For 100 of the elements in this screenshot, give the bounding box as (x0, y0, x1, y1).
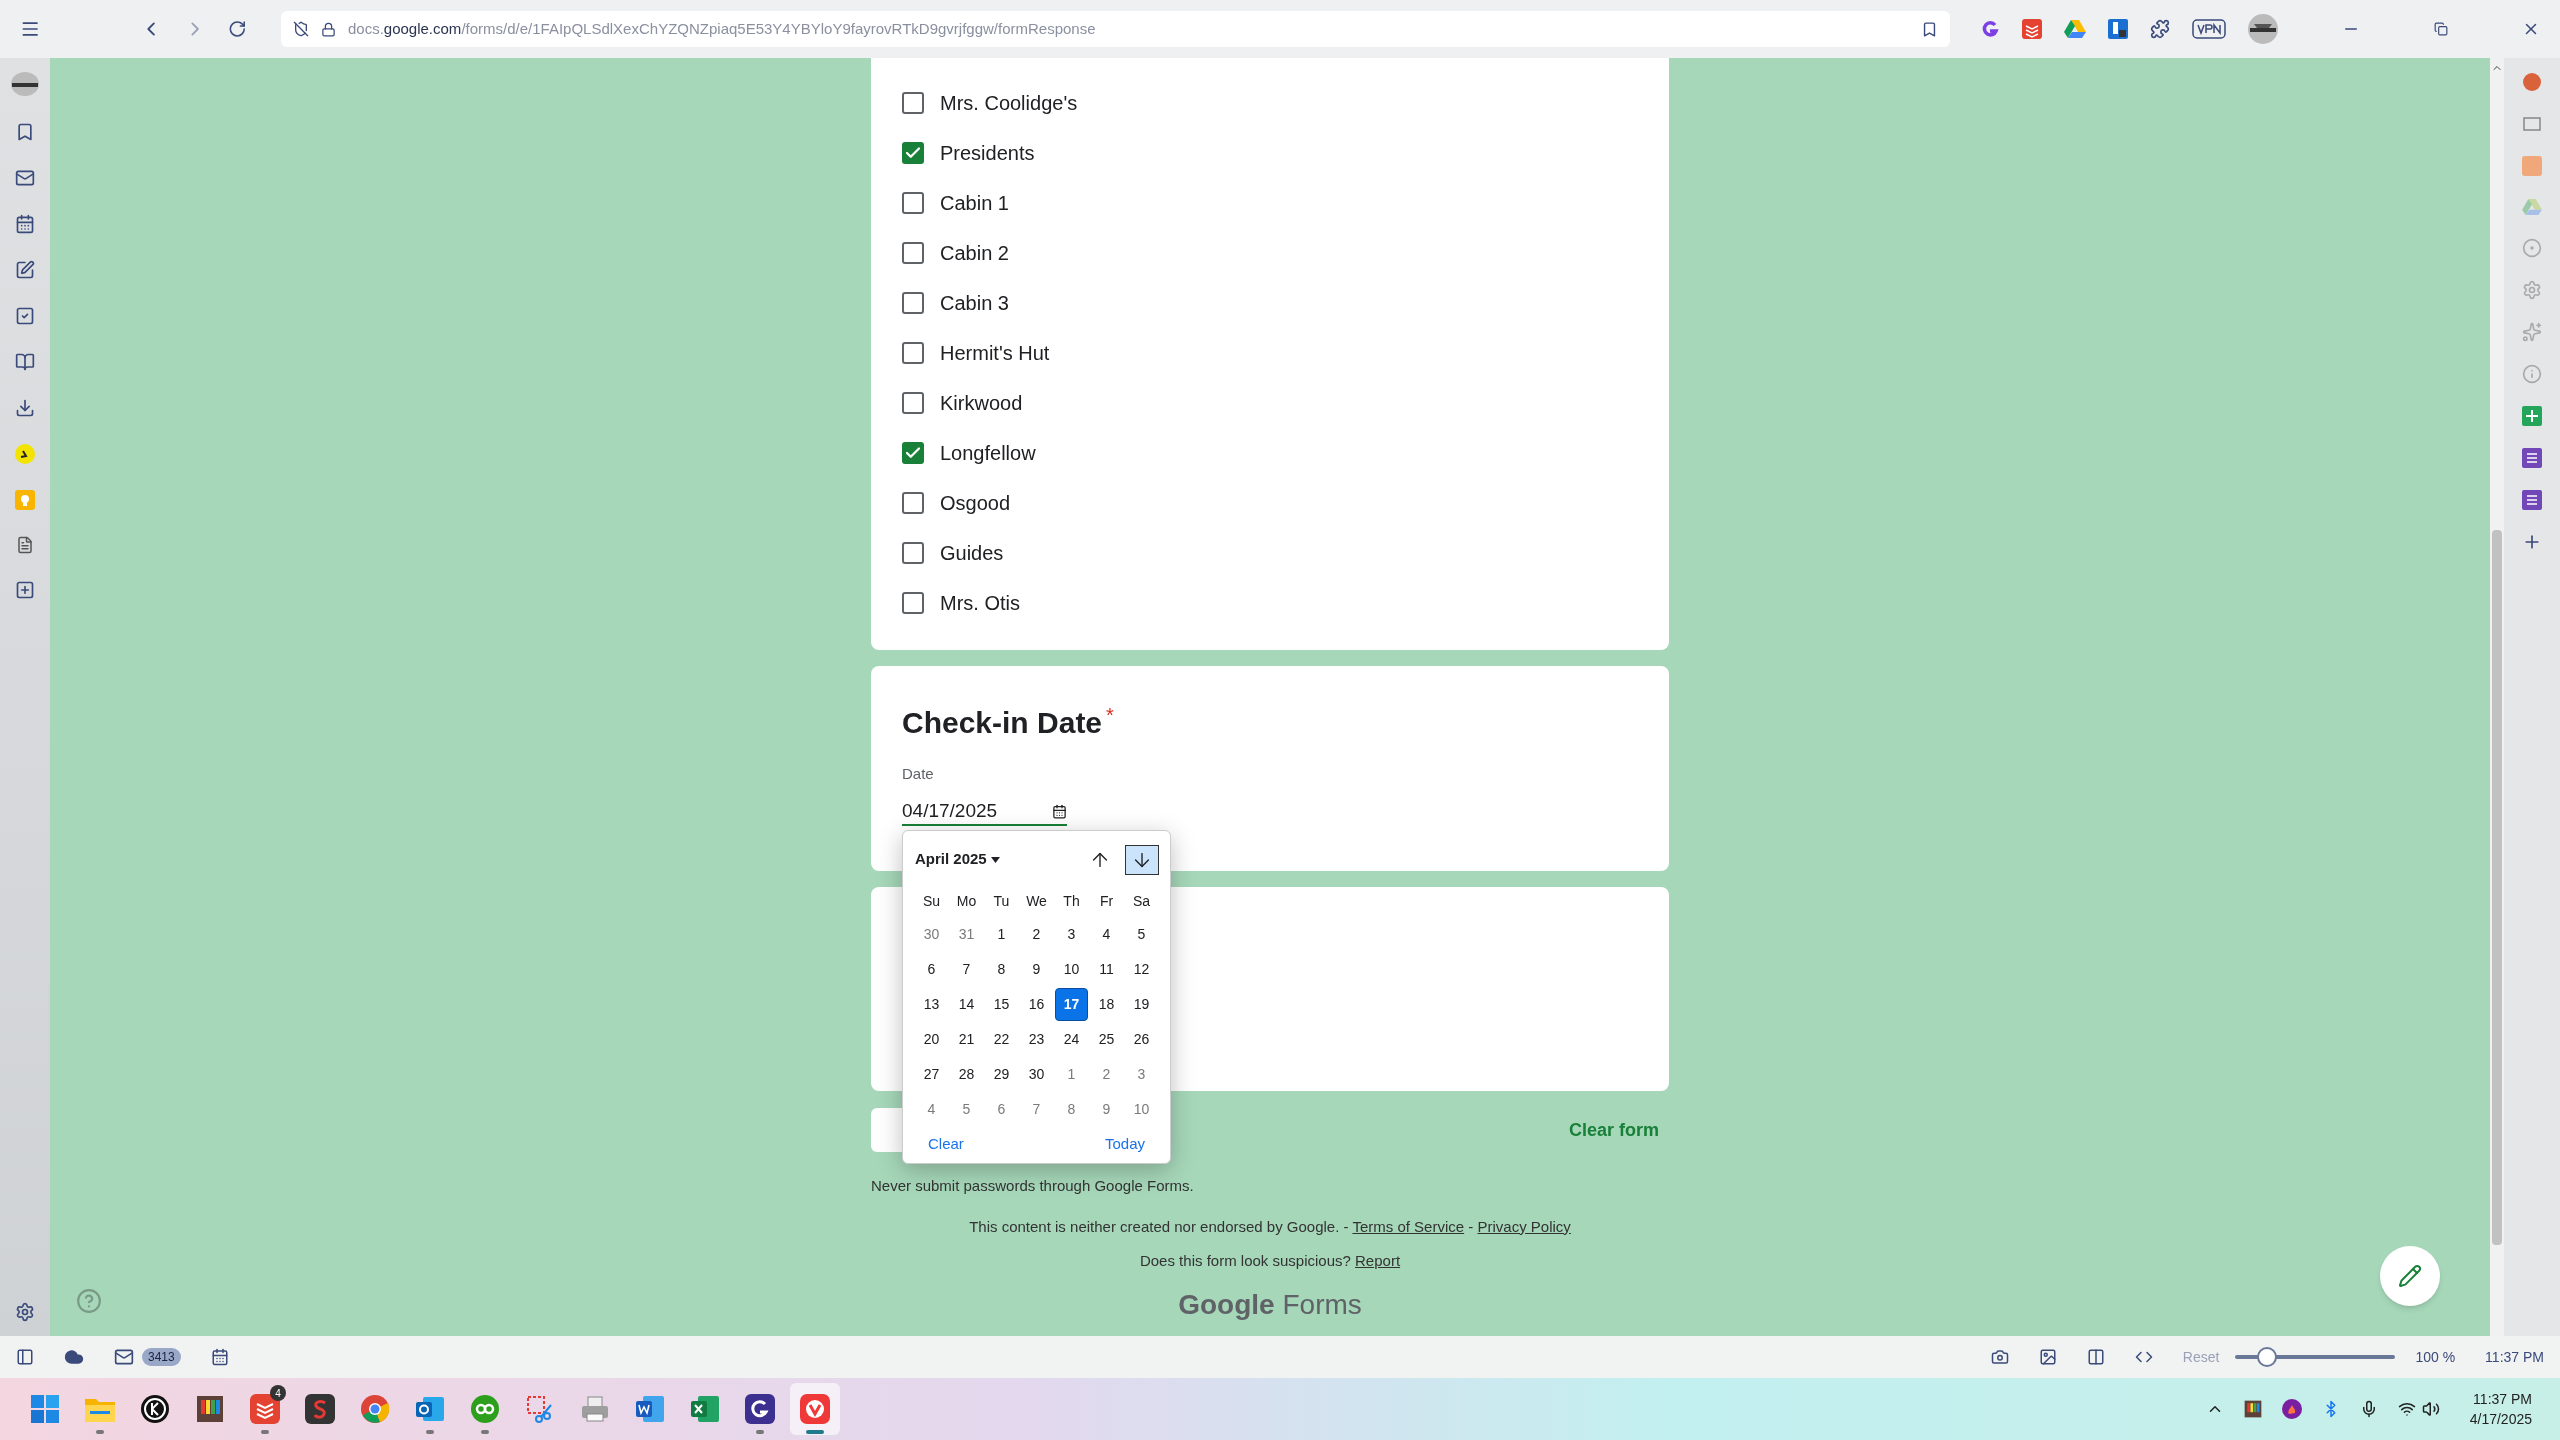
camera-icon[interactable] (1990, 1348, 2009, 1366)
calendar-day[interactable]: 30 (1020, 1057, 1053, 1091)
vpn-icon[interactable] (2192, 19, 2226, 39)
calendar-day[interactable]: 27 (915, 1057, 948, 1091)
calendar-day[interactable]: 21 (950, 1022, 983, 1056)
checkbox-option[interactable]: Mrs. Coolidge's (902, 78, 1638, 128)
mail-icon[interactable] (114, 1347, 134, 1367)
calendar-day[interactable]: 24 (1055, 1022, 1088, 1056)
calendar-day[interactable]: 31 (950, 917, 983, 951)
calendar-day[interactable]: 2 (1020, 917, 1053, 951)
mail-icon[interactable] (15, 168, 35, 188)
calendar-day[interactable]: 4 (1090, 917, 1123, 951)
cloud-icon[interactable] (64, 1347, 84, 1367)
checkbox[interactable] (902, 92, 924, 114)
report-link[interactable]: Report (1355, 1252, 1401, 1269)
calendar-day[interactable]: 4 (915, 1092, 948, 1126)
tiling-icon[interactable] (2086, 1348, 2105, 1366)
calendar-day[interactable]: 8 (1055, 1092, 1088, 1126)
next-month-button[interactable] (1125, 844, 1159, 875)
profile-avatar-icon[interactable] (2248, 14, 2278, 44)
stacked-lines-icon[interactable] (2022, 19, 2042, 39)
forms-icon[interactable] (2522, 490, 2542, 510)
calendar-day[interactable]: 30 (915, 917, 948, 951)
triangle-drive-icon[interactable] (2064, 19, 2086, 39)
date-field[interactable]: 04/17/2025 (902, 799, 1067, 826)
calendar-day[interactable]: 10 (1055, 952, 1088, 986)
calendar-day[interactable]: 3 (1125, 1057, 1158, 1091)
calendar-icon[interactable] (210, 1348, 229, 1366)
calendar-day[interactable]: 16 (1020, 987, 1053, 1021)
notes-icon[interactable] (15, 260, 35, 280)
calendar-day[interactable]: 1 (1055, 1057, 1088, 1091)
checkbox[interactable] (902, 392, 924, 414)
calendar-day[interactable]: 1 (985, 917, 1018, 951)
checkbox[interactable] (902, 492, 924, 514)
calendar-day[interactable]: 10 (1125, 1092, 1158, 1126)
calendar-day[interactable]: 19 (1125, 987, 1158, 1021)
privacy-link[interactable]: Privacy Policy (1477, 1217, 1571, 1235)
zoom-slider[interactable] (2235, 1346, 2396, 1368)
checkbox[interactable] (902, 292, 924, 314)
calendar-day[interactable]: 15 (985, 987, 1018, 1021)
clear-button[interactable]: Clear (928, 1132, 964, 1155)
checkbox-option[interactable]: Hermit's Hut (902, 328, 1638, 378)
restore-icon[interactable] (2434, 22, 2448, 36)
add-panel-icon[interactable] (15, 580, 35, 600)
calendar-day[interactable]: 14 (950, 987, 983, 1021)
calendar-day[interactable]: 28 (950, 1057, 983, 1091)
checkbox[interactable] (902, 342, 924, 364)
checkbox-option[interactable]: Cabin 2 (902, 228, 1638, 278)
zoom-slider-thumb[interactable] (2257, 1347, 2278, 1367)
checkbox-option[interactable]: Longfellow (902, 428, 1638, 478)
checkbox[interactable] (902, 142, 924, 164)
taskbar-clock[interactable]: 11:37 PM 4/17/2025 (2469, 1389, 2532, 1429)
calendar-icon[interactable] (1052, 804, 1067, 819)
document-icon[interactable] (16, 536, 34, 554)
reload-icon[interactable] (228, 19, 247, 39)
checkbox-option[interactable]: Presidents (902, 128, 1638, 178)
calendar-day[interactable]: 7 (1020, 1092, 1053, 1126)
calendar-day[interactable]: 13 (915, 987, 948, 1021)
checkbox[interactable] (902, 242, 924, 264)
color-bars-icon[interactable] (2243, 1400, 2262, 1418)
checkbox[interactable] (902, 442, 924, 464)
checkbox-option[interactable]: Cabin 1 (902, 178, 1638, 228)
profile-avatar-icon[interactable] (11, 72, 39, 96)
checkbox-option[interactable]: Kirkwood (902, 378, 1638, 428)
calendar-day[interactable]: 7 (950, 952, 983, 986)
calendar-day[interactable]: 20 (915, 1022, 948, 1056)
tasks-icon[interactable] (15, 306, 35, 326)
address-bar[interactable]: docs.google.com/forms/d/e/1FAIpQLSdlXexChYZQNZpiaq5E53Y4YBYloY9fayrovRTkD9gvrjfggw/formResponse (280, 11, 1950, 47)
calendar-day[interactable]: 25 (1090, 1022, 1123, 1056)
calendar-day[interactable]: 6 (915, 952, 948, 986)
calendar-day[interactable]: 9 (1020, 952, 1053, 986)
calendar-day[interactable]: 18 (1090, 987, 1123, 1021)
download-icon[interactable] (15, 398, 35, 418)
settings-icon[interactable] (15, 1302, 35, 1322)
checkbox-option[interactable]: Osgood (902, 478, 1638, 528)
checkbox-option[interactable]: Cabin 3 (902, 278, 1638, 328)
reading-list-icon[interactable] (15, 352, 35, 372)
flame-icon[interactable] (2281, 1399, 2302, 1419)
month-dropdown[interactable]: April 2025 (914, 848, 1000, 871)
checkbox[interactable] (902, 192, 924, 214)
calendar-day[interactable]: 9 (1090, 1092, 1123, 1126)
calendar-day[interactable]: 17 (1055, 987, 1088, 1021)
taskbar-app[interactable]: 4 (240, 1383, 290, 1435)
bird-badge-icon[interactable] (15, 444, 35, 464)
checkbox-option[interactable]: Guides (902, 528, 1638, 578)
checkbox-option[interactable]: Mrs. Otis (902, 578, 1638, 628)
today-button[interactable]: Today (1104, 1132, 1145, 1155)
calendar-day[interactable]: 26 (1125, 1022, 1158, 1056)
panel-toggle-icon[interactable] (16, 1348, 34, 1366)
edit-button[interactable] (2380, 1246, 2440, 1306)
volume-icon[interactable] (2421, 1400, 2440, 1418)
calendar-day[interactable]: 2 (1090, 1057, 1123, 1091)
circle-app-icon[interactable] (2522, 72, 2542, 92)
calendar-day[interactable]: 11 (1090, 952, 1123, 986)
checkbox[interactable] (902, 542, 924, 564)
calendar-day[interactable]: 5 (1125, 917, 1158, 951)
calendar-day[interactable]: 8 (985, 952, 1018, 986)
terms-link[interactable]: Terms of Service (1352, 1217, 1465, 1235)
bookmark-icon[interactable] (15, 122, 35, 142)
extensions-icon[interactable] (2150, 19, 2170, 39)
